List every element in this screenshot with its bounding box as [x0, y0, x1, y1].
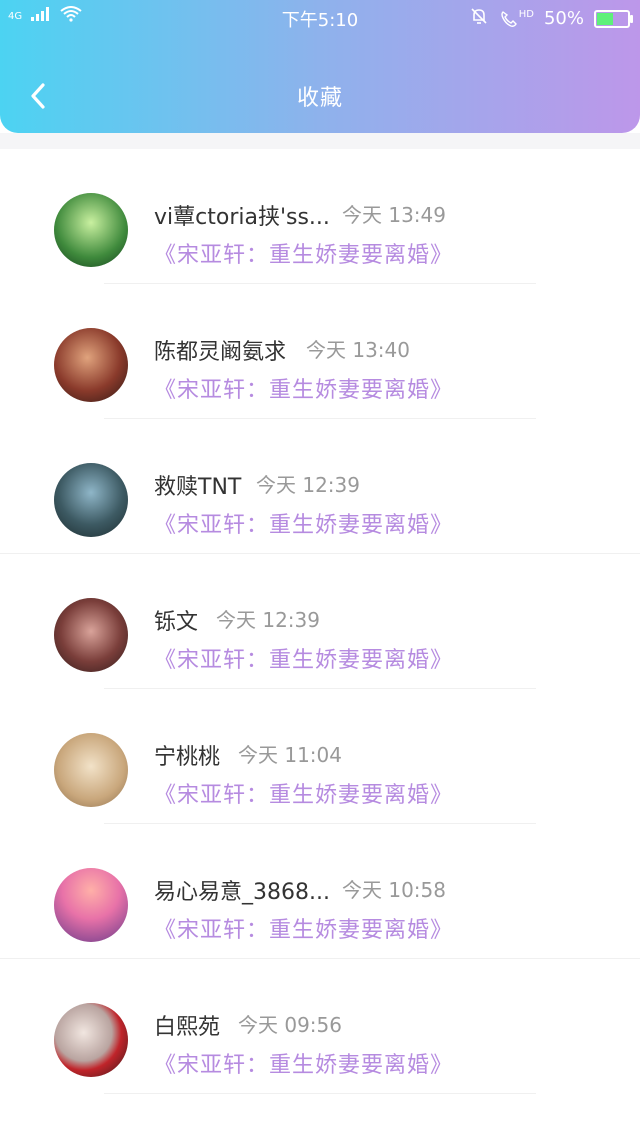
hd-call-icon: HD — [499, 9, 534, 29]
book-title-link[interactable]: 《宋亚轩：重生娇妻要离婚》 — [154, 642, 453, 674]
avatar — [54, 328, 128, 402]
user-name: 救赎TNT — [154, 475, 242, 500]
user-name: 易心易意_3868... — [154, 880, 330, 905]
list-item[interactable]: 铄文 今天 12:39 《宋亚轩：重生娇妻要离婚》 — [0, 554, 640, 689]
list-item[interactable]: 救赎TNT 今天 12:39 《宋亚轩：重生娇妻要离婚》 — [0, 419, 640, 554]
timestamp: 今天 13:49 — [342, 203, 446, 227]
list-item[interactable]: vi蕈ctoria挟'ss... 今天 13:49 《宋亚轩：重生娇妻要离婚》 — [0, 149, 640, 284]
battery-percent: 50% — [543, 8, 584, 29]
avatar — [54, 1003, 128, 1077]
book-title-link[interactable]: 《宋亚轩：重生娇妻要离婚》 — [154, 237, 453, 269]
favorites-list: vi蕈ctoria挟'ss... 今天 13:49 《宋亚轩：重生娇妻要离婚》 … — [0, 149, 640, 1094]
page-title: 收藏 — [296, 86, 343, 111]
avatar — [54, 463, 128, 537]
timestamp: 今天 11:04 — [238, 743, 342, 767]
header-spacer — [0, 133, 640, 149]
timestamp: 今天 10:58 — [342, 878, 446, 902]
list-item[interactable]: 宁桃桃 今天 11:04 《宋亚轩：重生娇妻要离婚》 — [0, 689, 640, 824]
header-bar: 4G 下午5:10 HD 50% 收藏 — [0, 0, 640, 133]
timestamp: 今天 12:39 — [256, 473, 360, 497]
book-title-link[interactable]: 《宋亚轩：重生娇妻要离婚》 — [154, 1047, 453, 1079]
list-item[interactable]: 陈都灵阚氨求 今天 13:40 《宋亚轩：重生娇妻要离婚》 — [0, 284, 640, 419]
avatar — [54, 598, 128, 672]
avatar — [54, 733, 128, 807]
timestamp: 今天 12:39 — [216, 608, 320, 632]
avatar — [54, 193, 128, 267]
timestamp: 今天 13:40 — [306, 338, 410, 362]
user-name: 白熙苑 — [154, 1015, 221, 1040]
hd-label: HD — [518, 9, 534, 20]
timestamp: 今天 09:56 — [238, 1013, 342, 1037]
book-title-link[interactable]: 《宋亚轩：重生娇妻要离婚》 — [154, 912, 453, 944]
list-item[interactable]: 易心易意_3868... 今天 10:58 《宋亚轩：重生娇妻要离婚》 — [0, 824, 640, 959]
mute-bell-icon — [469, 6, 489, 31]
avatar — [54, 868, 128, 942]
book-title-link[interactable]: 《宋亚轩：重生娇妻要离婚》 — [154, 777, 453, 809]
battery-icon — [594, 9, 633, 28]
user-name: vi蕈ctoria挟'ss... — [154, 205, 330, 230]
divider — [104, 1093, 536, 1094]
book-title-link[interactable]: 《宋亚轩：重生娇妻要离婚》 — [154, 372, 453, 404]
user-name: 陈都灵阚氨求 — [154, 340, 287, 365]
book-title-link[interactable]: 《宋亚轩：重生娇妻要离婚》 — [154, 507, 453, 539]
list-item[interactable]: 白熙苑 今天 09:56 《宋亚轩：重生娇妻要离婚》 — [0, 959, 640, 1094]
user-name: 铄文 — [154, 610, 199, 635]
status-bar: 4G 下午5:10 HD 50% — [0, 0, 640, 34]
user-name: 宁桃桃 — [154, 745, 221, 770]
